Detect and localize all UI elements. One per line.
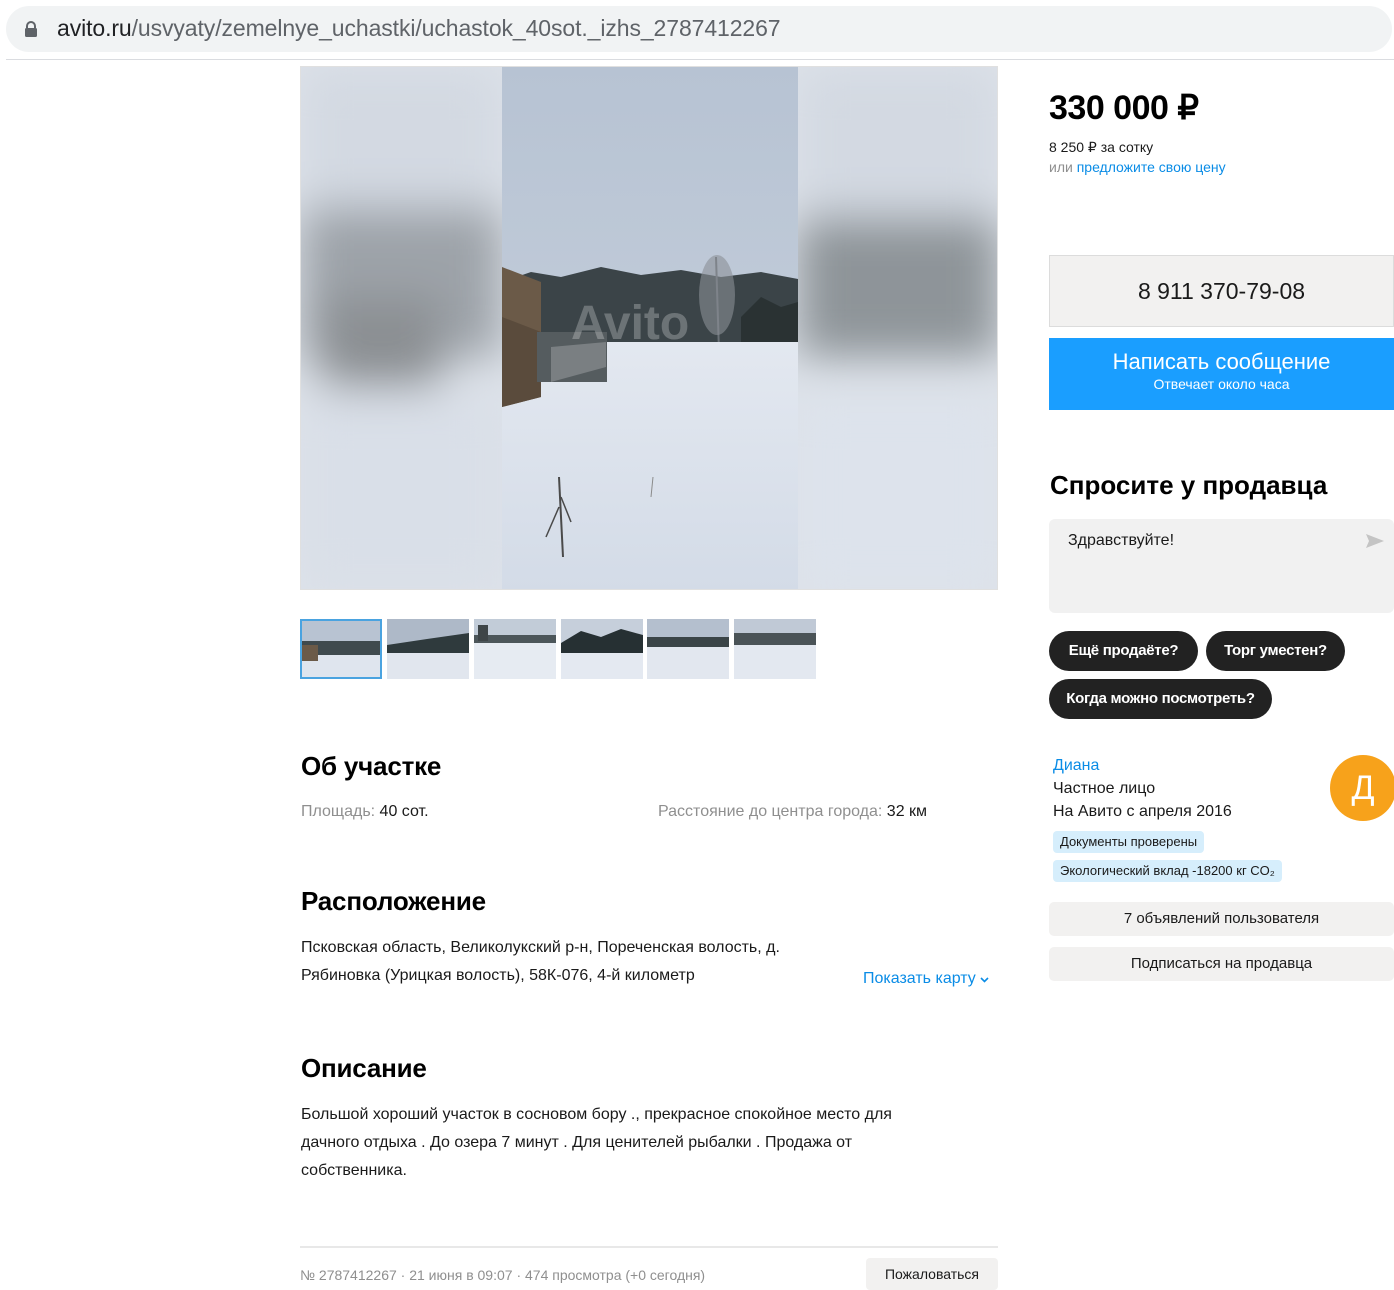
thumbnail[interactable] bbox=[300, 619, 382, 679]
url-text[interactable]: avito.ru/usvyaty/zemelnye_uchastki/uchas… bbox=[57, 15, 781, 42]
offer-price-link[interactable]: предложите свою цену bbox=[1077, 159, 1226, 175]
report-button[interactable]: Пожаловаться bbox=[866, 1258, 998, 1290]
description-line: собственника. bbox=[301, 1162, 407, 1179]
address-line: Псковская область, Великолукский р-н, По… bbox=[301, 939, 780, 956]
price-per-sotka: 8 250 ₽ за сотку bbox=[1049, 139, 1154, 155]
thumbnail[interactable] bbox=[387, 619, 469, 679]
toolbar-divider bbox=[6, 59, 1394, 60]
user-listings-button[interactable]: 7 объявлений пользователя bbox=[1049, 902, 1394, 936]
main-photo: Avito bbox=[301, 67, 997, 589]
distance-label: Расстояние до центра города: bbox=[658, 803, 883, 820]
offer-prefix: или bbox=[1049, 159, 1073, 175]
send-icon[interactable] bbox=[1366, 534, 1384, 548]
price: 330 000 ₽ bbox=[1049, 89, 1199, 127]
photo-gallery[interactable]: Avito bbox=[300, 66, 998, 590]
listing-meta: № 2787412267 · 21 июня в 09:07 · 474 про… bbox=[300, 1267, 706, 1283]
subscribe-seller-button[interactable]: Подписаться на продавца bbox=[1049, 947, 1394, 981]
ask-seller-text[interactable]: Здравствуйте! bbox=[1068, 532, 1174, 550]
quick-question-chip[interactable]: Торг уместен? bbox=[1206, 631, 1345, 671]
description-title: Описание bbox=[301, 1053, 427, 1083]
area-row: Площадь: 40 сот. bbox=[301, 798, 429, 826]
show-map-label: Показать карту bbox=[863, 970, 976, 987]
avatar[interactable]: Д bbox=[1330, 755, 1394, 821]
show-map-link[interactable]: Показать карту bbox=[863, 965, 989, 993]
seller-name-link[interactable]: Диана bbox=[1053, 757, 1099, 775]
write-message-label: Написать сообщение bbox=[1112, 349, 1331, 374]
lock-icon[interactable] bbox=[24, 21, 38, 37]
seller-type: Частное лицо bbox=[1053, 780, 1156, 797]
chevron-down-icon bbox=[980, 977, 989, 983]
thumbnail[interactable] bbox=[734, 619, 816, 679]
thumbnail[interactable] bbox=[561, 619, 643, 679]
about-title: Об участке bbox=[301, 751, 442, 781]
description-line: Большой хороший участок в сосновом бору … bbox=[301, 1106, 892, 1123]
location-title: Расположение bbox=[301, 886, 486, 916]
area-value: 40 сот. bbox=[379, 803, 429, 820]
quick-question-chip[interactable]: Ещё продаёте? bbox=[1049, 631, 1198, 671]
seller-since: На Авито с апреля 2016 bbox=[1053, 803, 1232, 820]
thumbnail[interactable] bbox=[647, 619, 729, 679]
watermark-text: Avito bbox=[571, 297, 689, 350]
quick-question-chip[interactable]: Когда можно посмотреть? bbox=[1049, 679, 1272, 719]
phone-button[interactable]: 8 911 370-79-08 bbox=[1049, 255, 1394, 327]
footer-divider bbox=[300, 1246, 998, 1248]
eco-contribution-badge: Экологический вклад -18200 кг CO₂ bbox=[1053, 860, 1282, 882]
ask-seller-title: Спросите у продавца bbox=[1050, 470, 1328, 500]
area-label: Площадь: bbox=[301, 803, 376, 820]
distance-row: Расстояние до центра города: 32 км bbox=[658, 798, 927, 826]
offer-price-row: или предложите свою цену bbox=[1049, 159, 1226, 175]
documents-verified-badge: Документы проверены bbox=[1053, 831, 1205, 853]
description-line: дачного отдыха . До озера 7 минут . Для … bbox=[301, 1134, 853, 1151]
response-time: Отвечает около часа bbox=[1153, 376, 1290, 392]
write-message-button[interactable]: Написать сообщение Отвечает около часа bbox=[1049, 338, 1394, 410]
distance-value: 32 км bbox=[886, 803, 928, 820]
address-line: Рябиновка (Урицкая волость), 58К-076, 4-… bbox=[301, 967, 695, 984]
thumbnail[interactable] bbox=[474, 619, 556, 679]
